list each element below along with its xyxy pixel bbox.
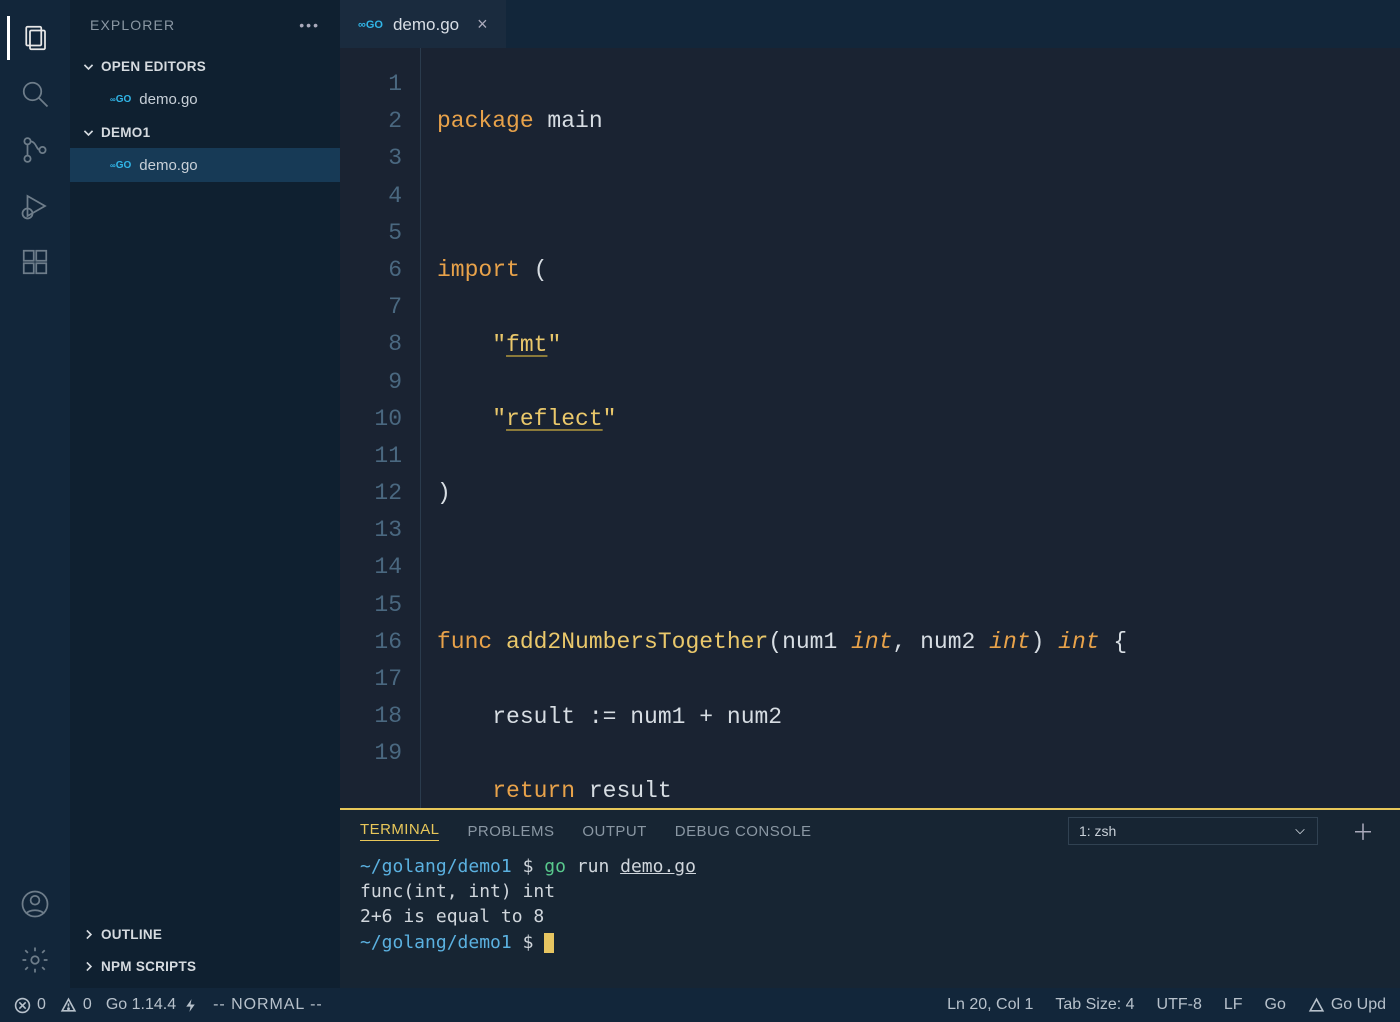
go-file-icon: GO	[110, 160, 131, 171]
status-language[interactable]: Go	[1265, 996, 1286, 1014]
terminal-selector[interactable]: 1: zsh	[1068, 817, 1318, 845]
problems-tab[interactable]: PROBLEMS	[467, 823, 554, 840]
line-gutter: 12345678910111213141516171819	[340, 48, 420, 808]
status-eol[interactable]: LF	[1224, 996, 1243, 1014]
debug-console-tab[interactable]: DEBUG CONSOLE	[675, 823, 812, 840]
status-warnings[interactable]: 0	[60, 996, 92, 1014]
editor-area: ∞GO demo.go × 12345678910111213141516171…	[340, 0, 1400, 988]
status-cursor-pos[interactable]: Ln 20, Col 1	[947, 996, 1033, 1014]
open-editor-file[interactable]: GO demo.go	[70, 82, 340, 116]
status-vim-mode: -- NORMAL --	[213, 996, 323, 1014]
explorer-icon[interactable]	[7, 10, 63, 66]
open-editors-section[interactable]: OPEN EDITORS	[70, 50, 340, 82]
status-bar: 0 0 Go 1.14.4 -- NORMAL -- Ln 20, Col 1 …	[0, 988, 1400, 1022]
debug-icon[interactable]	[7, 178, 63, 234]
code-editor[interactable]: 12345678910111213141516171819 package ma…	[340, 48, 1400, 808]
bottom-panel: TERMINAL PROBLEMS OUTPUT DEBUG CONSOLE 1…	[340, 808, 1400, 988]
project-section[interactable]: DEMO1	[70, 116, 340, 148]
npm-scripts-section[interactable]: NPM SCRIPTS	[70, 950, 340, 982]
terminal-body[interactable]: ~/golang/demo1 $ go run demo.go func(int…	[340, 852, 1400, 988]
go-file-icon: ∞GO	[358, 19, 383, 31]
status-errors[interactable]: 0	[14, 996, 46, 1014]
status-go-update[interactable]: Go Upd	[1308, 996, 1386, 1014]
new-terminal-icon[interactable]: ＋	[1346, 815, 1380, 847]
search-icon[interactable]	[7, 66, 63, 122]
sidebar-title: EXPLORER •••	[70, 0, 340, 50]
go-file-icon: GO	[110, 94, 131, 105]
close-tab-icon[interactable]: ×	[477, 14, 488, 35]
status-go-version[interactable]: Go 1.14.4	[106, 996, 199, 1014]
settings-gear-icon[interactable]	[7, 932, 63, 988]
status-tab-size[interactable]: Tab Size: 4	[1055, 996, 1134, 1014]
extensions-icon[interactable]	[7, 234, 63, 290]
status-encoding[interactable]: UTF-8	[1157, 996, 1202, 1014]
source-control-icon[interactable]	[7, 122, 63, 178]
tab-filename: demo.go	[393, 15, 459, 35]
panel-tabs: TERMINAL PROBLEMS OUTPUT DEBUG CONSOLE 1…	[340, 810, 1400, 852]
explorer-sidebar: EXPLORER ••• OPEN EDITORS GO demo.go DEM…	[70, 0, 340, 988]
code-content[interactable]: package main import ( "fmt" "reflect" ) …	[420, 48, 1400, 808]
output-tab[interactable]: OUTPUT	[582, 823, 646, 840]
activity-bar	[0, 0, 70, 988]
editor-tabs: ∞GO demo.go ×	[340, 0, 1400, 48]
account-icon[interactable]	[7, 876, 63, 932]
file-tab[interactable]: ∞GO demo.go ×	[340, 0, 506, 48]
terminal-tab[interactable]: TERMINAL	[360, 821, 439, 841]
sidebar-more-icon[interactable]: •••	[299, 17, 320, 33]
project-file[interactable]: GO demo.go	[70, 148, 340, 182]
outline-section[interactable]: OUTLINE	[70, 918, 340, 950]
